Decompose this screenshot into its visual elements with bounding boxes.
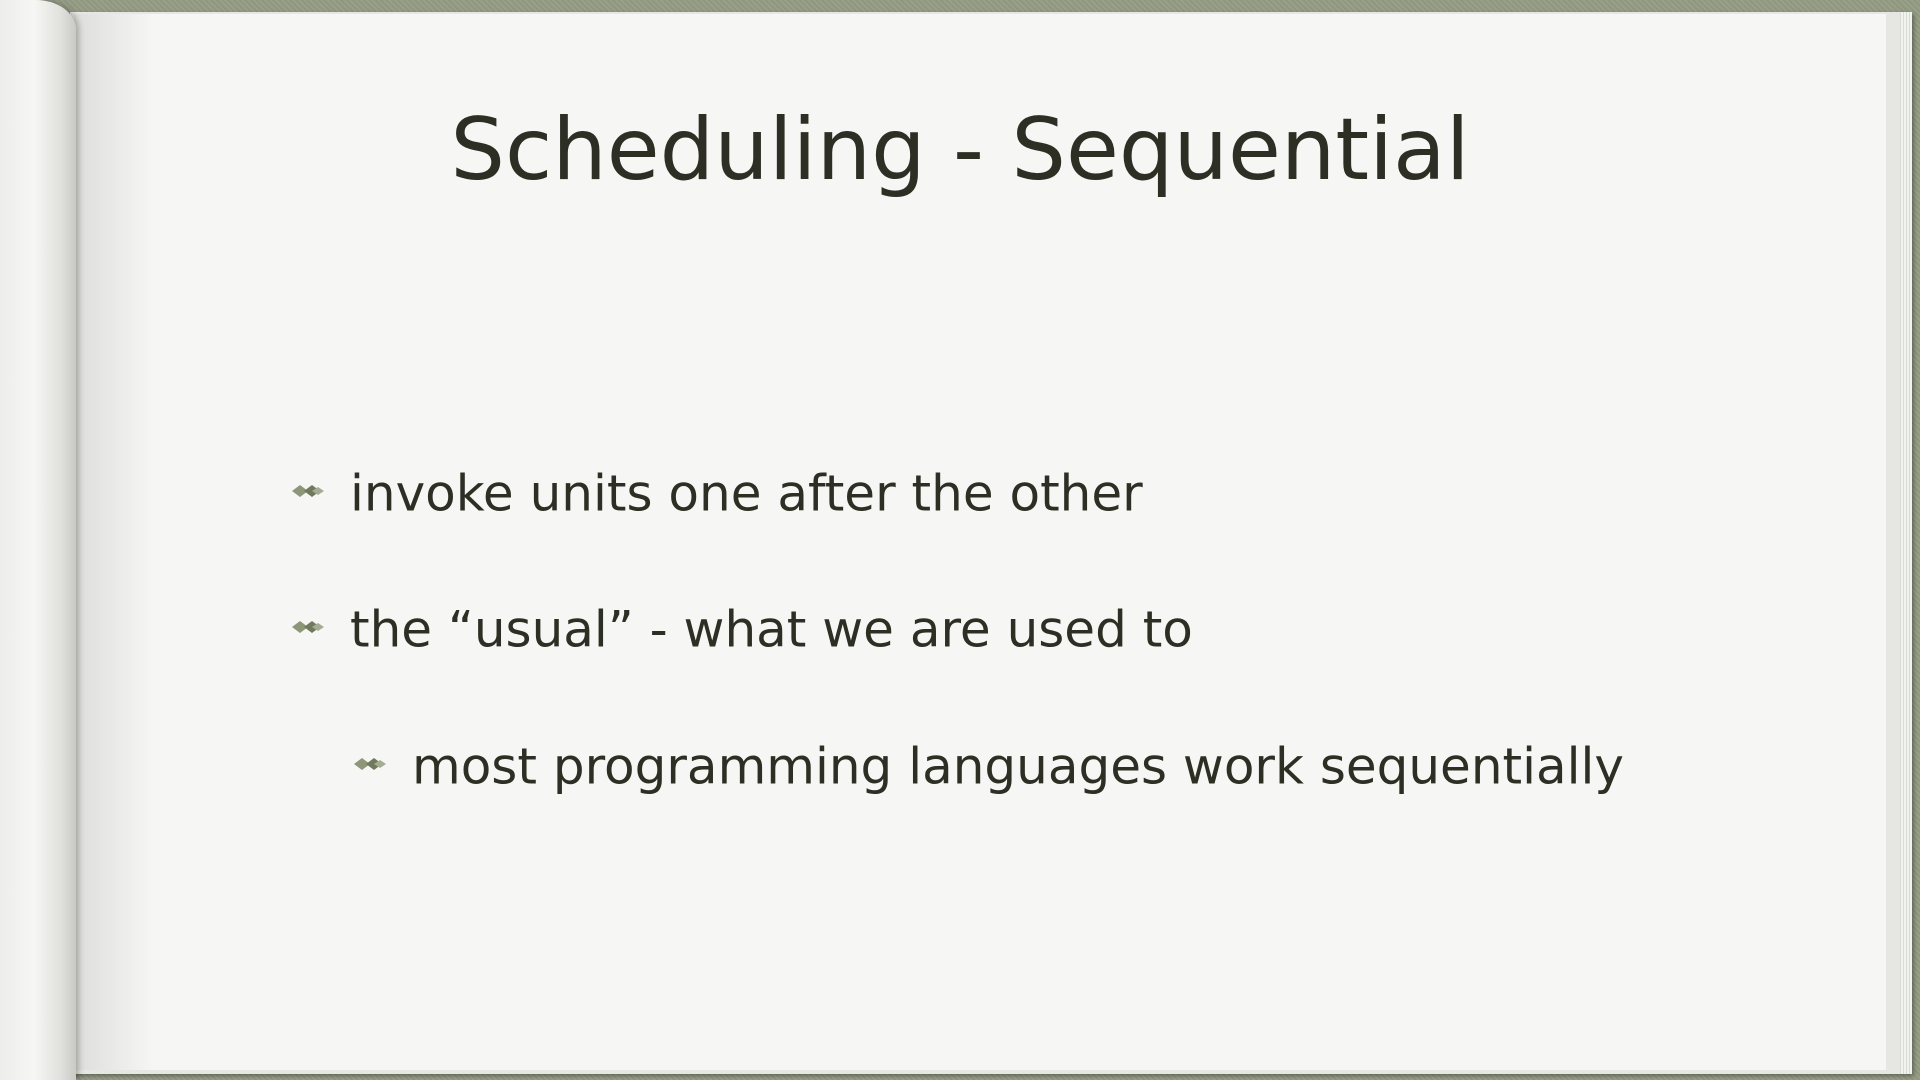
bullet-text: invoke units one after the other [350,464,1143,523]
bullet-item-1: invoke units one after the other [288,458,1143,526]
bullet-text: most programming languages work sequenti… [412,737,1625,796]
bullet-text: the “usual” - what we are used to [350,600,1193,659]
bullet-item-3: most programming languages work sequenti… [350,731,1624,799]
slide-title: Scheduling - Sequential [450,100,1470,200]
diamond-bullet-icon [292,484,324,497]
bullet-item-2: the “usual” - what we are used to [288,594,1193,662]
diamond-bullet-icon [292,620,324,633]
diamond-bullet-icon [354,757,386,770]
